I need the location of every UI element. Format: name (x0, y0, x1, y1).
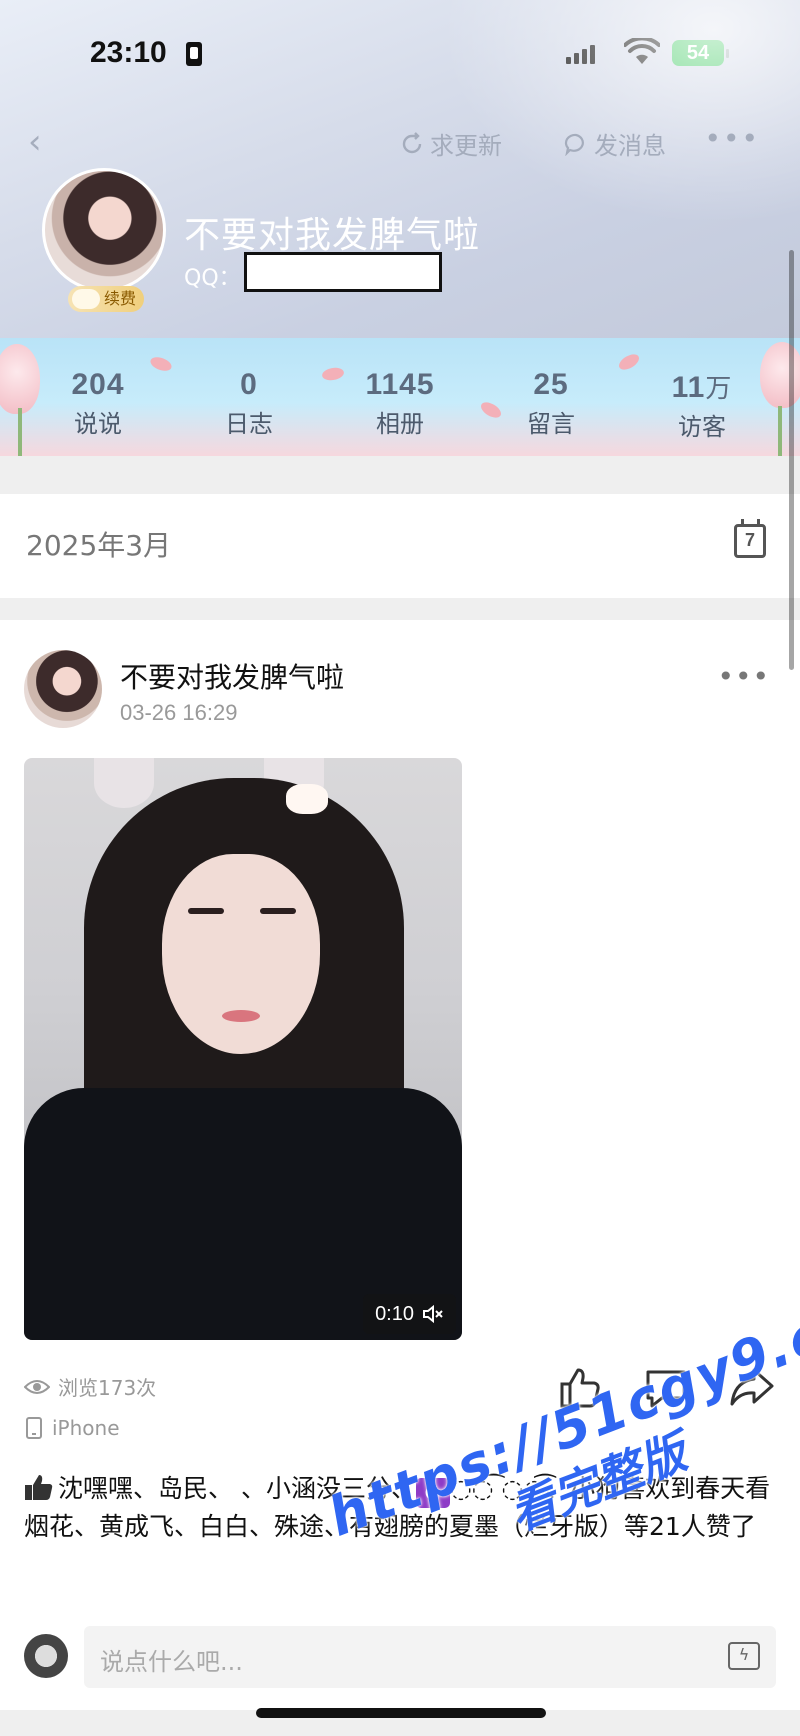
view-count-row: 浏览173次 (24, 1372, 156, 1401)
stat-value: 0 (240, 368, 258, 401)
stat-shuoshuo[interactable]: 204 说说 (38, 368, 158, 439)
status-bar: 23:10 54 (0, 36, 800, 76)
eye-icon (24, 1379, 50, 1394)
stat-journal[interactable]: 0 日志 (189, 368, 309, 439)
more-options-icon[interactable]: ••• (704, 122, 760, 155)
device-name: iPhone (52, 1416, 120, 1440)
send-message-label: 发消息 (594, 132, 666, 160)
wifi-icon (624, 38, 660, 64)
qq-number-redacted (244, 252, 442, 292)
profile-name: 不要对我发脾气啦 (184, 215, 481, 256)
stat-messages[interactable]: 25 留言 (491, 368, 611, 439)
battery-icon: 54 (672, 40, 729, 66)
video-subject-face (162, 854, 320, 1054)
bunny-ear-decoration (94, 758, 154, 808)
stat-value: 25 (533, 368, 569, 401)
stat-label: 说说 (74, 410, 122, 438)
refresh-icon (402, 131, 422, 153)
stat-label: 相册 (376, 410, 424, 438)
chat-bubble-icon (564, 133, 584, 156)
status-time: 23:10 (90, 36, 167, 69)
quick-reply-icon[interactable]: ϟ (728, 1642, 760, 1670)
tulip-decoration-right (760, 342, 800, 408)
tulip-decoration-left (0, 344, 40, 414)
month-header: 2025年3月 7 (0, 494, 800, 598)
device-row: iPhone (24, 1416, 120, 1440)
post-timestamp: 03-26 16:29 (120, 700, 238, 725)
post-video[interactable]: 0:10 (24, 758, 462, 1340)
post-more-icon[interactable]: ••• (717, 660, 770, 693)
request-update-button[interactable]: 求更新 (400, 126, 502, 161)
petal-decoration (616, 351, 642, 373)
stat-value: 204 (71, 368, 125, 401)
comment-input[interactable]: 说点什么吧... ϟ (84, 1626, 776, 1688)
video-duration-badge[interactable]: 0:10 (363, 1294, 456, 1334)
tulip-stem (778, 406, 782, 456)
thumbs-up-icon (25, 1475, 53, 1500)
home-indicator[interactable] (256, 1708, 546, 1718)
vip-renew-badge[interactable]: 续费 (68, 286, 145, 312)
video-subject-lips (222, 1010, 260, 1022)
my-avatar (24, 1634, 68, 1678)
stat-albums[interactable]: 1145 相册 (340, 368, 460, 439)
profile-avatar[interactable] (42, 168, 166, 292)
request-update-label: 求更新 (430, 132, 502, 160)
sim-icon (186, 42, 202, 66)
hair-clip-decoration (286, 784, 328, 814)
tulip-stem (18, 408, 22, 456)
stat-value: 1145 (365, 368, 435, 401)
calendar-icon[interactable]: 7 (734, 519, 766, 558)
video-subject-eye (260, 908, 296, 914)
video-duration-text: 0:10 (375, 1303, 414, 1325)
month-label: 2025年3月 (26, 529, 172, 562)
send-message-button[interactable]: 发消息 (564, 126, 666, 161)
stats-banner: 204 说说 0 日志 1145 相册 25 留言 11万 访客 (0, 338, 800, 456)
phone-icon (26, 1417, 42, 1439)
top-nav: ‹ 求更新 发消息 ••• (0, 118, 800, 162)
comment-placeholder: 说点什么吧... (100, 1648, 243, 1676)
mute-icon (423, 1304, 443, 1324)
stat-label: 访客 (678, 413, 726, 441)
profile-header: 23:10 54 ‹ 求更新 发消息 ••• 续费 不要对我发脾气啦 QQ： (0, 0, 800, 340)
comment-row: 说点什么吧... ϟ (24, 1626, 776, 1688)
post-author-name[interactable]: 不要对我发脾气啦 (120, 656, 344, 696)
cellular-signal-icon (566, 42, 595, 64)
back-arrow-icon[interactable]: ‹ (28, 122, 42, 162)
stat-label: 日志 (225, 410, 273, 438)
stat-label: 留言 (527, 410, 575, 438)
scrollbar[interactable] (789, 250, 794, 670)
stat-visitors[interactable]: 11万 访客 (642, 368, 762, 442)
video-subject-eye (188, 908, 224, 914)
qq-label: QQ： (184, 266, 241, 291)
view-count: 浏览173次 (58, 1376, 157, 1400)
stat-value: 11万 (671, 371, 733, 404)
post-author-avatar[interactable] (24, 650, 102, 728)
